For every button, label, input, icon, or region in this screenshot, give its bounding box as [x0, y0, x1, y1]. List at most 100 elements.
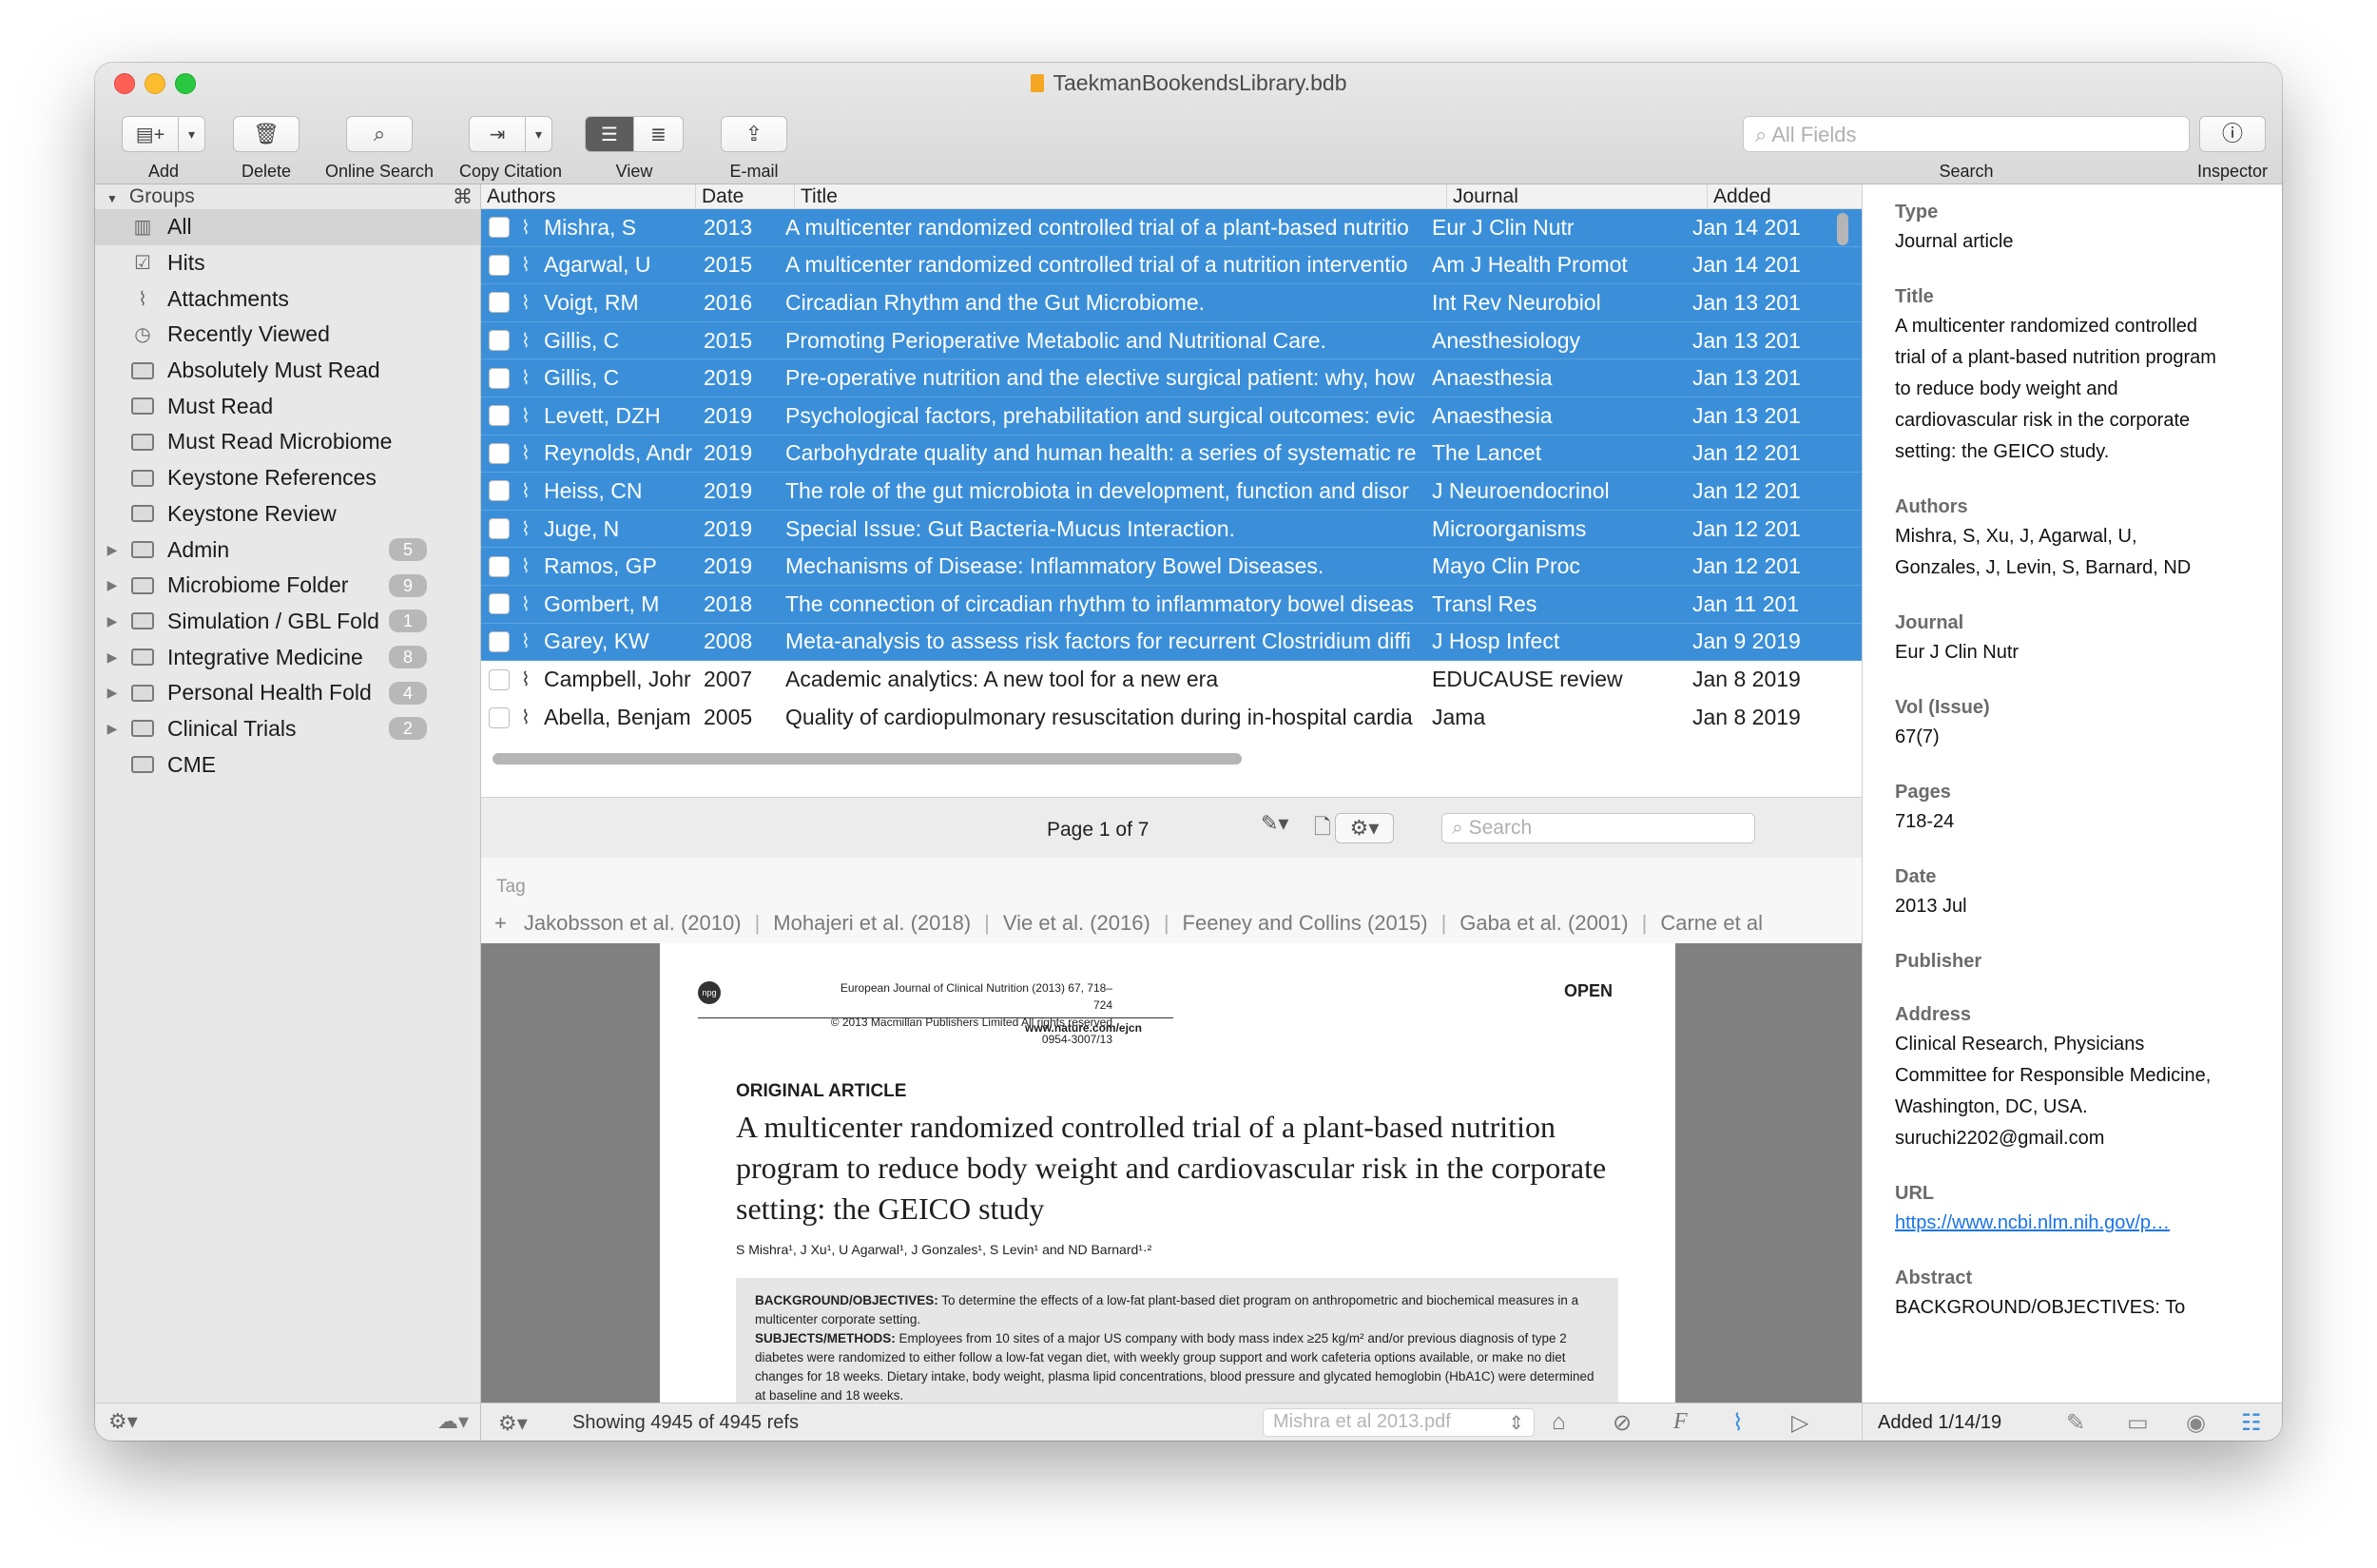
table-row[interactable]: ⌇ Gillis, C 2019 Pre-operative nutrition an… — [481, 359, 1862, 397]
sidebar-item[interactable]: ☑ Hits — [95, 245, 480, 281]
tag-item[interactable]: Vie et al. (2016) — [1003, 911, 1150, 935]
disclosure-icon[interactable]: ▶ — [95, 577, 129, 593]
field-value[interactable]: Eur J Clin Nutr — [1895, 637, 2250, 668]
sidebar-item[interactable]: ▶ Admin 5 — [95, 532, 480, 568]
sidebar-item[interactable]: ◷ Recently Viewed — [95, 317, 480, 353]
field-value[interactable]: Washington, DC, USA. — [1895, 1092, 2250, 1123]
table-row[interactable]: ⌇ Garey, KW 2008 Meta-analysis to assess ri… — [481, 623, 1862, 662]
sidebar-item[interactable]: ▥ All — [95, 209, 480, 245]
compass-icon[interactable]: ⊘ — [1613, 1409, 1632, 1437]
table-row[interactable]: ⌇ Mishra, S 2013 A multicenter randomized c… — [481, 209, 1862, 247]
attachment-selector[interactable]: Mishra et al 2013.pdf ⇕ — [1263, 1408, 1535, 1437]
column-header-title[interactable]: Title — [795, 184, 1447, 208]
tag-item[interactable]: Gaba et al. (2001) — [1459, 911, 1628, 935]
sidebar-item[interactable]: ▶ Simulation / GBL Fold 1 — [95, 604, 480, 640]
copy-citation-tool[interactable]: ⇥ ▾ Copy Citation — [449, 116, 572, 182]
table-row[interactable]: ⌇ Ramos, GP 2019 Mechanisms of Disease: Inf… — [481, 548, 1862, 586]
chevron-down-icon[interactable]: ▾ — [179, 116, 205, 152]
field-value[interactable]: 67(7) — [1895, 722, 2250, 753]
trash-icon[interactable]: 🗑 — [233, 116, 300, 152]
note-icon[interactable]: ▭ — [2127, 1409, 2149, 1437]
row-checkbox[interactable] — [489, 330, 510, 352]
vertical-scrollbar[interactable] — [1837, 213, 1848, 245]
gear-icon[interactable]: ⚙▾ — [1335, 813, 1394, 843]
table-row[interactable]: ⌇ Agarwal, U 2015 A multicenter randomized … — [481, 246, 1862, 285]
row-checkbox[interactable] — [489, 518, 510, 540]
add-tag-button[interactable]: + — [494, 911, 507, 935]
paperclip-icon[interactable]: ⌇ — [1732, 1409, 1744, 1437]
export-icon[interactable]: ⇥ — [469, 116, 526, 152]
field-value[interactable]: A multicenter randomized controlled — [1895, 311, 2250, 342]
sidebar-item[interactable]: ⌇ Attachments — [95, 281, 480, 317]
sidebar-item[interactable]: Must Read — [95, 388, 480, 424]
highlighter-icon[interactable]: ✎▾ — [1261, 811, 1288, 845]
magnifier-icon[interactable]: ⌕ — [346, 116, 413, 152]
row-checkbox[interactable] — [489, 217, 510, 239]
table-row[interactable]: ⌇ Levett, DZH 2019 Psychological factors, p… — [481, 397, 1862, 436]
horizontal-scrollbar[interactable] — [493, 753, 1242, 765]
disclosure-down-icon[interactable]: ▼ — [106, 192, 118, 205]
row-checkbox[interactable] — [489, 480, 510, 502]
field-value[interactable]: suruchi2202@gmail.com — [1895, 1123, 2250, 1154]
add-tool[interactable]: ▤+ ▾ Add — [116, 116, 211, 182]
row-checkbox[interactable] — [489, 630, 510, 652]
gear-icon[interactable]: ⚙▾ — [108, 1409, 138, 1434]
field-value[interactable]: Journal article — [1895, 226, 2250, 258]
row-checkbox[interactable] — [489, 593, 510, 615]
view-tool[interactable]: ☰ ≣ View — [582, 116, 686, 182]
sidebar-item[interactable]: ▶ Microbiome Folder 9 — [95, 568, 480, 604]
field-value[interactable]: Gonzales, J, Levin, S, Barnard, ND — [1895, 552, 2250, 584]
field-value[interactable]: cardiovascular risk in the corporate — [1895, 405, 2250, 436]
field-value[interactable]: BACKGROUND/OBJECTIVES: To — [1895, 1292, 2250, 1324]
row-checkbox[interactable] — [489, 442, 510, 464]
column-header-added[interactable]: Added — [1708, 184, 1862, 208]
tag-icon[interactable]: ⌂ — [1552, 1409, 1566, 1436]
page-icon[interactable]: 🗋 — [1314, 811, 1331, 845]
edit-icon[interactable]: ✎ — [2066, 1409, 2085, 1437]
field-value[interactable]: Committee for Responsible Medicine, — [1895, 1060, 2250, 1092]
eye-icon[interactable]: ◉ — [2186, 1409, 2206, 1437]
tag-item[interactable]: Jakobsson et al. (2010) — [524, 911, 742, 935]
gear-icon[interactable]: ⚙▾ — [498, 1411, 528, 1436]
row-checkbox[interactable] — [489, 367, 510, 389]
delete-tool[interactable]: 🗑 Delete — [228, 116, 304, 182]
tag-item[interactable]: Carne et al — [1660, 911, 1763, 935]
list-icon[interactable]: ☷ — [2241, 1409, 2262, 1437]
field-value[interactable]: Mishra, S, Xu, J, Agarwal, U, — [1895, 521, 2250, 552]
format-icon[interactable]: F — [1673, 1409, 1688, 1435]
list-view-icon[interactable]: ☰ — [585, 116, 634, 152]
table-row[interactable]: ⌇ Gombert, M 2018 The connection of circadi… — [481, 585, 1862, 624]
sidebar-item[interactable]: Keystone References — [95, 460, 480, 496]
row-checkbox[interactable] — [489, 254, 510, 276]
email-tool[interactable]: ⇪ E-mail — [711, 116, 797, 182]
pdf-viewer[interactable]: npg European Journal of Clinical Nutriti… — [481, 943, 1862, 1403]
sidebar-item[interactable]: ▶ Integrative Medicine 8 — [95, 639, 480, 675]
table-row[interactable]: ⌇ Juge, N 2019 Special Issue: Gut Bacteria-… — [481, 510, 1862, 549]
chevron-down-icon[interactable]: ▾ — [526, 116, 552, 152]
table-row[interactable]: ⌇ Voigt, RM 2016 Circadian Rhythm and the G… — [481, 284, 1862, 322]
field-value[interactable]: trial of a plant-based nutrition program — [1895, 342, 2250, 374]
search-input[interactable]: ⌕ All Fields — [1743, 116, 2190, 152]
column-header-authors[interactable]: Authors — [481, 184, 696, 208]
row-checkbox[interactable] — [489, 292, 510, 314]
url-link[interactable]: https://www.ncbi.nlm.nih.gov/p… — [1895, 1208, 2250, 1239]
row-checkbox[interactable] — [489, 555, 510, 577]
sidebar-item[interactable]: ▶ Clinical Trials 2 — [95, 711, 480, 747]
table-row[interactable]: ⌇ Reynolds, Andr 2019 Carbohydrate quality … — [481, 435, 1862, 474]
field-value[interactable]: 2013 Jul — [1895, 891, 2250, 922]
cloud-icon[interactable]: ☁▾ — [437, 1409, 469, 1434]
pdf-search-input[interactable]: ⌕ Search — [1441, 813, 1755, 843]
detail-view-icon[interactable]: ≣ — [634, 116, 684, 152]
sidebar-item[interactable]: Keystone Review — [95, 496, 480, 532]
tag-item[interactable]: Feeney and Collins (2015) — [1183, 911, 1428, 935]
sidebar-item[interactable]: CME — [95, 746, 480, 783]
disclosure-icon[interactable]: ▶ — [95, 613, 129, 629]
table-row[interactable]: ⌇ Abella, Benjam 2005 Quality of cardiopulm… — [481, 699, 1862, 737]
info-icon[interactable]: ⓘ — [2199, 116, 2266, 152]
play-icon[interactable]: ▷ — [1791, 1409, 1808, 1437]
column-header-date[interactable]: Date — [696, 184, 795, 208]
disclosure-icon[interactable]: ▶ — [95, 685, 129, 701]
column-header-journal[interactable]: Journal — [1447, 184, 1708, 208]
sidebar-item[interactable]: Absolutely Must Read — [95, 353, 480, 389]
row-checkbox[interactable] — [489, 707, 510, 728]
